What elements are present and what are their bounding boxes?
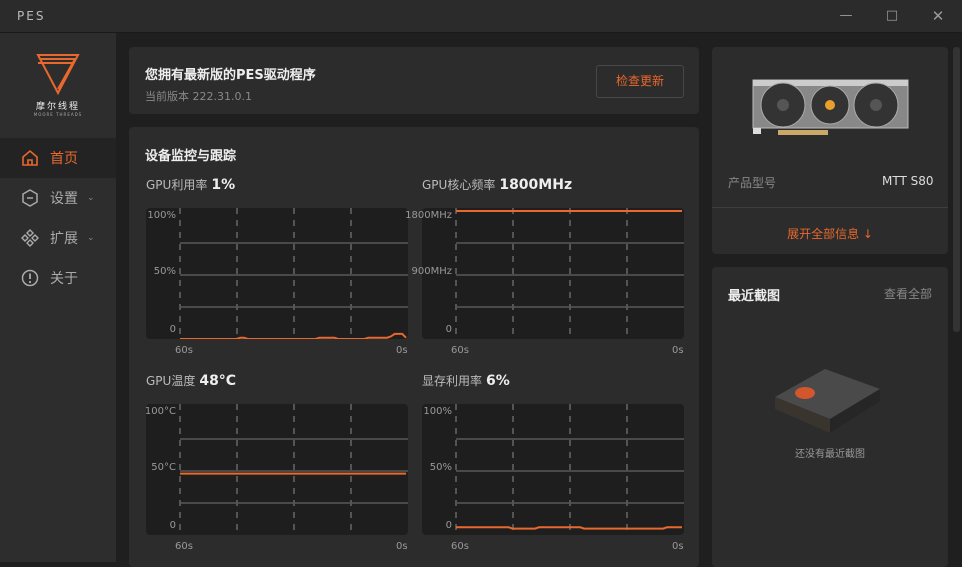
gpu-utilization-label: GPU利用率 1% [146,176,235,193]
sidebar-item-settings[interactable]: 设置 ⌄ [0,178,116,218]
gpu-temperature-chart: 100°C 50°C 0 [144,404,408,535]
settings-icon [21,189,39,207]
scrollbar[interactable] [953,47,960,332]
monitor-card: 设备监控与跟踪 GPU利用率 1% 100% 50% 0 60s 0s GPU核心频率 1800… [129,127,699,567]
gpu-temperature-plot [179,404,408,535]
screenshots-title: 最近截图 [728,289,781,304]
update-title: 您拥有最新版的PES驱动程序 [145,68,316,83]
home-icon [21,149,39,167]
driver-update-card: 您拥有最新版的PES驱动程序 当前版本 222.31.0.1 检查更新 [129,47,699,114]
memory-utilization-plot [455,404,684,535]
chevron-down-icon: ⌄ [87,233,95,243]
close-button[interactable]: ✕ [927,6,949,26]
y-tick-label: 0 [445,324,452,335]
x-tick-label: 0s [396,541,408,552]
gpu-core-frequency-plot [455,208,684,339]
y-tick-label: 50°C [151,462,176,473]
model-label: 产品型号 [728,176,777,190]
gpu-core-frequency-chart: 1800MHz 900MHz 0 [405,208,684,339]
x-tick-label: 0s [396,345,408,356]
chart-current-value: 1800MHz [499,177,573,193]
empty-screenshots-text: 还没有最近截图 [795,449,865,460]
chart-title: GPU温度 [146,374,196,388]
gpu-utilization-chart: 100% 50% 0 [146,208,408,340]
model-value: MTT S80 [882,174,934,188]
chevron-down-icon: ⌄ [87,193,95,203]
minimize-button[interactable]: — [835,6,857,26]
sidebar-item-label: 设置 [50,191,78,207]
gpu-temperature-label: GPU温度 48°C [146,372,236,389]
chart-title: GPU核心频率 [422,178,496,192]
y-tick-label: 0 [169,520,176,531]
x-tick-label: 60s [451,345,469,356]
view-all-link[interactable]: 查看全部 [884,285,932,302]
monitor-title: 设备监控与跟踪 [145,149,237,164]
sidebar-item-home[interactable]: 首页 [0,138,116,178]
sidebar-item-label: 首页 [50,151,78,167]
x-tick-label: 60s [175,541,193,552]
series-line [180,332,407,340]
device-card: 产品型号 MTT S80 展开全部信息 ↓ [712,47,948,254]
extensions-icon [21,229,39,247]
memory-utilization-label: 显存利用率 6% [422,372,510,389]
chart-current-value: 6% [486,373,510,389]
chart-current-value: 1% [211,177,236,193]
sidebar-item-about[interactable]: 关于 [0,258,116,298]
maximize-button[interactable]: □ [881,6,903,26]
y-tick-label: 900MHz [411,266,452,277]
chart-title: GPU利用率 [146,178,208,192]
memory-utilization-chart: 100% 50% 0 [422,404,684,535]
chart-title: 显存利用率 [422,374,483,388]
logo-subtext: MOORE THREADS [33,112,83,117]
x-tick-label: 0s [672,345,684,356]
logo-text: 摩尔线程 [35,102,80,112]
title-bar: PES — □ ✕ [0,0,962,33]
y-tick-label: 100% [147,210,176,221]
x-tick-label: 60s [451,541,469,552]
check-update-button[interactable]: 检查更新 [596,65,684,98]
y-tick-label: 50% [153,266,176,277]
y-tick-label: 0 [169,324,176,335]
screenshots-card: 最近截图 查看全部 还没有最近截图 [712,267,948,567]
logo: 摩尔线程 MOORE THREADS [0,33,116,137]
y-tick-label: 0 [445,520,452,531]
info-icon [21,269,39,287]
empty-screenshot-illustration [775,369,880,433]
y-tick-label: 1800MHz [405,210,452,221]
gpu-core-frequency-label: GPU核心频率 1800MHz [422,176,572,193]
y-tick-label: 100°C [144,406,176,417]
x-tick-label: 0s [672,541,684,552]
sidebar-item-extensions[interactable]: 扩展 ⌄ [0,218,116,258]
chart-current-value: 48°C [199,373,237,389]
divider [712,207,948,208]
expand-info-link[interactable]: 展开全部信息 ↓ [712,225,948,242]
sidebar-item-label: 关于 [50,271,78,287]
gpu-utilization-plot [179,208,408,340]
x-tick-label: 60s [175,345,193,356]
y-tick-label: 50% [429,462,452,473]
sidebar: 摩尔线程 MOORE THREADS 首页 设置 ⌄ 扩展 ⌄ 关于 [0,33,116,562]
driver-version: 当前版本 222.31.0.1 [145,90,252,103]
app-title: PES [17,9,46,23]
sidebar-item-label: 扩展 [50,231,78,247]
y-tick-label: 100% [423,406,452,417]
gpu-image [752,79,909,135]
